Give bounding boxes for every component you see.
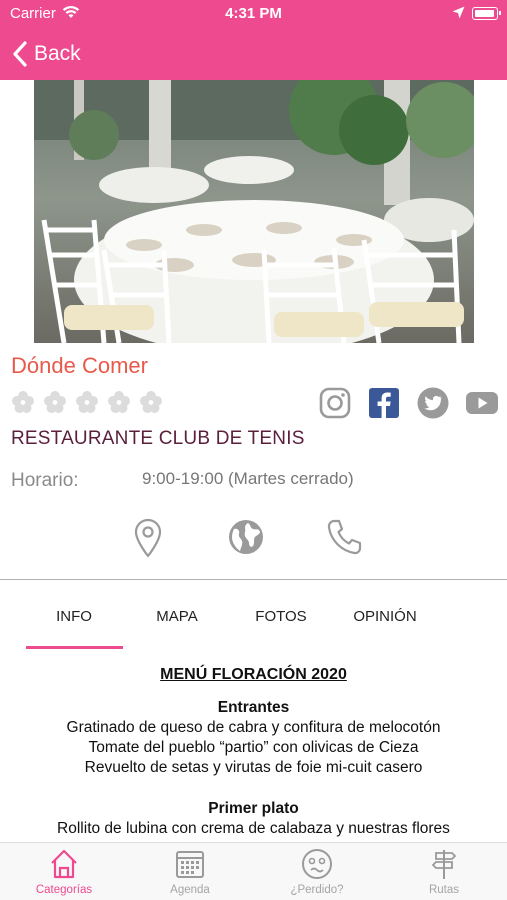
menu-item: Rollito de lubina con crema de calabaza … [57,820,450,837]
flower-rating-icon [107,390,131,419]
tab-categorias[interactable]: Categorías [14,847,114,896]
contact-actions [128,516,364,558]
hours-label: Horario: [11,470,79,491]
social-links [318,386,499,420]
tab-label: Agenda [170,884,210,896]
restaurant-name: RESTAURANTE CLUB DE TENIS [11,428,305,449]
navigation-bar: Back [0,28,507,80]
battery-icon [472,7,501,20]
globe-icon[interactable] [226,516,266,558]
phone-icon[interactable] [324,516,364,558]
menu-section-heading: Primer plato [208,800,299,817]
tab-rutas[interactable]: Rutas [394,847,494,896]
detail-tabs: INFO MAPA FOTOS OPINIÓN [0,600,507,649]
twitter-icon[interactable] [416,386,450,420]
menu-item: Revuelto de setas y virutas de foie mi-c… [84,759,423,776]
tab-label: Categorías [35,884,93,896]
menu-item: Tomate del pueblo “partio” con olivicas … [88,739,419,756]
facebook-icon[interactable] [367,386,401,420]
clock: 4:31 PM [225,5,282,22]
instagram-icon[interactable] [318,386,352,420]
bottom-tab-bar: Categorías Agenda ¿Perdido? Rutas [0,842,507,900]
location-pin-icon[interactable] [128,516,168,558]
tab-info[interactable]: INFO [24,608,124,625]
category-title: Dónde Comer [11,353,148,378]
active-tab-indicator [26,646,123,649]
tab-mapa[interactable]: MAPA [127,608,227,625]
flower-rating-icon [75,390,99,419]
tab-fotos[interactable]: FOTOS [231,608,331,625]
flower-rating-icon [43,390,67,419]
back-label: Back [34,42,81,65]
rating-flowers [11,390,163,419]
tab-label: Rutas [428,884,460,896]
restaurant-photo[interactable] [34,80,474,343]
chevron-left-icon [13,41,27,67]
flower-rating-icon [139,390,163,419]
signpost-icon [427,847,461,881]
back-button[interactable]: Back [12,38,81,70]
menu-item: Gratinado de queso de cabra y confitura … [66,719,441,736]
menu-title: MENÚ FLORACIÓN 2020 [160,666,347,683]
confused-face-icon [300,847,334,881]
status-bar: Carrier 4:31 PM [0,0,507,28]
tab-opinion[interactable]: OPINIÓN [335,608,435,625]
hours-value: 9:00-19:00 (Martes cerrado) [142,469,354,488]
section-divider [0,579,507,580]
tab-perdido[interactable]: ¿Perdido? [267,847,367,896]
youtube-icon[interactable] [465,386,499,420]
tab-agenda[interactable]: Agenda [140,847,240,896]
flower-rating-icon [11,390,35,419]
menu-section-heading: Entrantes [217,699,290,716]
home-icon [47,847,81,881]
menu-content: MENÚ FLORACIÓN 2020 Entrantes Gratinado … [0,665,507,839]
location-arrow-icon [452,6,465,23]
calendar-icon [173,847,207,881]
tab-label: ¿Perdido? [290,884,344,896]
